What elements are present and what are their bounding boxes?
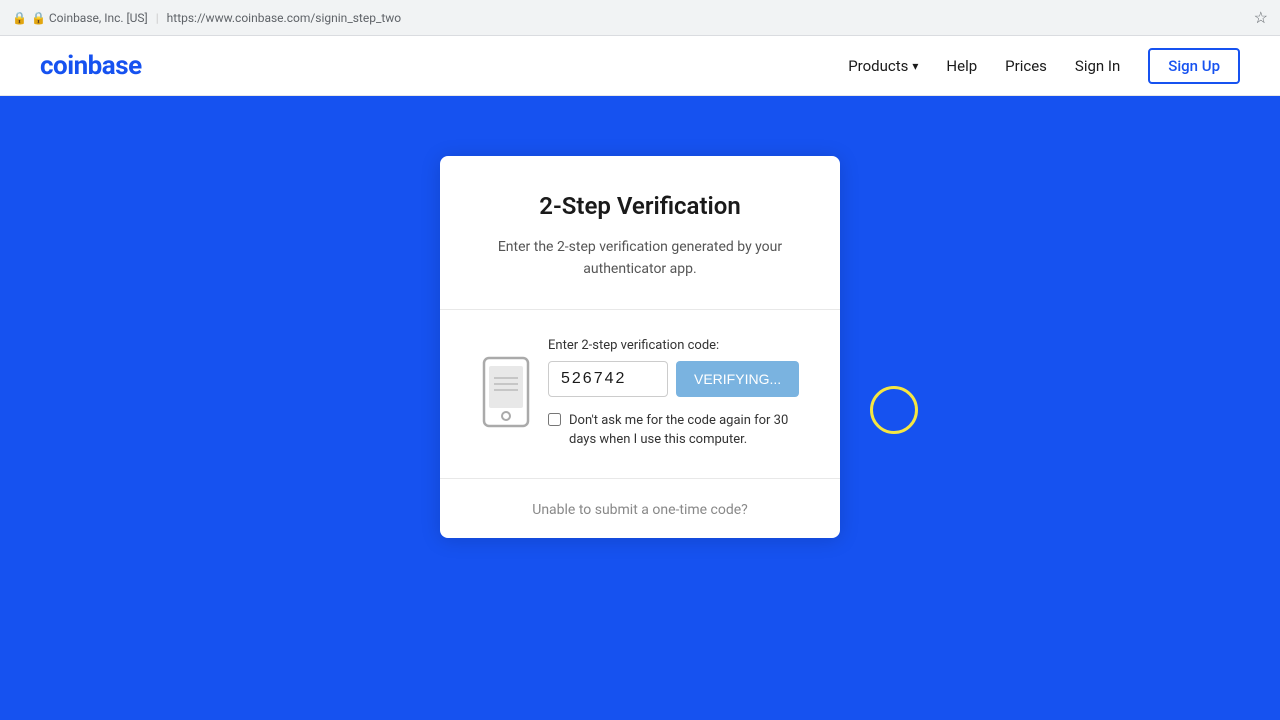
site-identity: 🔒 Coinbase, Inc. [US] — [31, 11, 148, 25]
browser-bar: 🔒 🔒 Coinbase, Inc. [US] | https://www.co… — [0, 0, 1280, 36]
nav-help[interactable]: Help — [946, 57, 977, 75]
verification-code-input[interactable] — [548, 361, 668, 397]
remember-label[interactable]: Don't ask me for the code again for 30 d… — [569, 411, 800, 450]
card-description: Enter the 2-step verification generated … — [480, 236, 800, 281]
phone-icon — [480, 356, 532, 428]
unable-to-submit-link[interactable]: Unable to submit a one-time code? — [532, 502, 748, 518]
lock-icon: 🔒 — [12, 11, 27, 25]
main-content: 2-Step Verification Enter the 2-step ver… — [0, 96, 1280, 598]
url-separator: | — [156, 11, 159, 25]
form-fields: Enter 2-step verification code: VERIFYIN… — [548, 338, 800, 450]
bookmark-icon[interactable]: ☆ — [1254, 8, 1268, 27]
verifying-button[interactable]: VERIFYING... — [676, 361, 799, 397]
nav-links: Products Help Prices Sign In Sign Up — [848, 48, 1240, 84]
verification-card: 2-Step Verification Enter the 2-step ver… — [440, 156, 840, 538]
nav-signin[interactable]: Sign In — [1075, 57, 1120, 75]
code-label: Enter 2-step verification code: — [548, 338, 800, 353]
remember-checkbox[interactable] — [548, 413, 561, 426]
card-body: Enter 2-step verification code: VERIFYIN… — [440, 310, 840, 479]
cursor-indicator — [870, 386, 918, 434]
navbar: coinbase Products Help Prices Sign In Si… — [0, 36, 1280, 96]
card-footer: Unable to submit a one-time code? — [440, 479, 840, 538]
coinbase-logo[interactable]: coinbase — [40, 51, 142, 81]
nav-signup[interactable]: Sign Up — [1148, 48, 1240, 84]
input-btn-row: VERIFYING... — [548, 361, 800, 397]
card-title: 2-Step Verification — [480, 192, 800, 220]
nav-products[interactable]: Products — [848, 57, 918, 75]
browser-lock: 🔒 🔒 Coinbase, Inc. [US] | https://www.co… — [12, 11, 401, 25]
card-header: 2-Step Verification Enter the 2-step ver… — [440, 156, 840, 310]
form-row: Enter 2-step verification code: VERIFYIN… — [480, 338, 800, 450]
browser-url: https://www.coinbase.com/signin_step_two — [167, 11, 402, 25]
remember-checkbox-row: Don't ask me for the code again for 30 d… — [548, 411, 800, 450]
nav-prices[interactable]: Prices — [1005, 57, 1047, 75]
